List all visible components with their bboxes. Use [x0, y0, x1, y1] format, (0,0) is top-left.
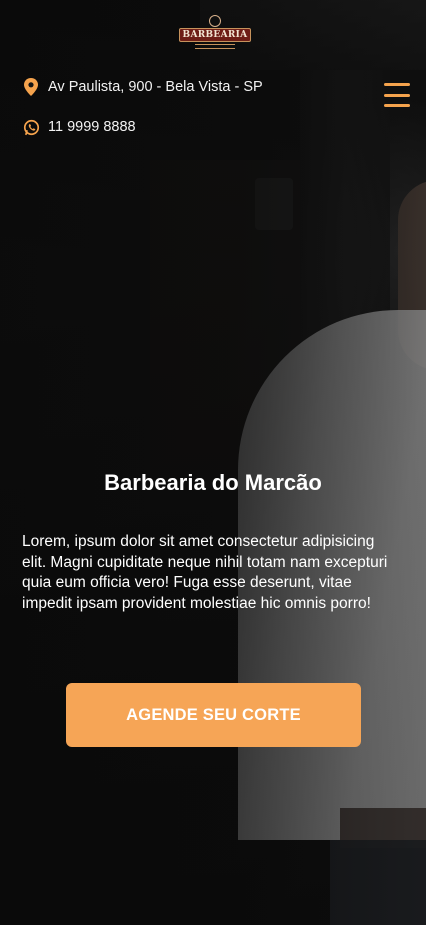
hero-description: Lorem, ipsum dolor sit amet consectetur …	[22, 533, 388, 612]
menu-bar	[384, 93, 410, 97]
site-header: BARBEARIA Av Paulista, 900 - Bela Vista …	[0, 0, 426, 150]
location-pin-icon	[22, 78, 40, 96]
phone-line[interactable]: 11 9999 8888	[22, 118, 136, 136]
page-title: Barbearia do Marcão	[104, 470, 322, 495]
address-line: Av Paulista, 900 - Bela Vista - SP	[22, 78, 263, 96]
logo[interactable]: BARBEARIA	[178, 15, 252, 49]
logo-emblem-icon	[209, 15, 221, 27]
hamburger-menu-icon[interactable]	[384, 83, 410, 107]
logo-underline	[195, 44, 235, 49]
logo-text: BARBEARIA	[178, 28, 252, 42]
menu-bar	[384, 104, 410, 107]
phone-text: 11 9999 8888	[48, 119, 136, 135]
menu-bar	[384, 83, 410, 86]
hero-section: Barbearia do Marcão Lorem, ipsum dolor s…	[22, 470, 404, 614]
whatsapp-icon	[22, 118, 40, 136]
schedule-button[interactable]: AGENDE SEU CORTE	[66, 683, 361, 747]
address-text: Av Paulista, 900 - Bela Vista - SP	[48, 79, 263, 95]
